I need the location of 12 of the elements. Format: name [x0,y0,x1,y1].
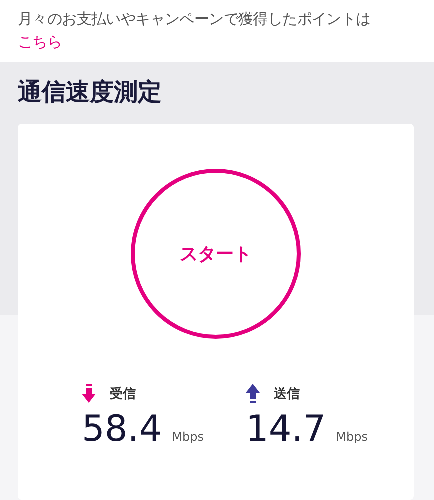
section-title: 通信速度測定 [18,77,163,108]
speed-value: 14.7 [246,410,326,450]
points-link[interactable]: こちら [18,33,62,51]
speed-unit: Mbps [172,430,204,444]
upload-arrow-icon [246,384,260,404]
start-button[interactable]: スタート [131,169,301,339]
speed-value: 58.4 [82,410,162,450]
speed-unit: Mbps [336,430,368,444]
download-arrow-icon [82,384,96,404]
result-label: 受信 [110,386,136,403]
result-label: 送信 [274,386,300,403]
notice-text: 月々のお支払いやキャンペーンで獲得したポイントは こちら [18,9,372,53]
